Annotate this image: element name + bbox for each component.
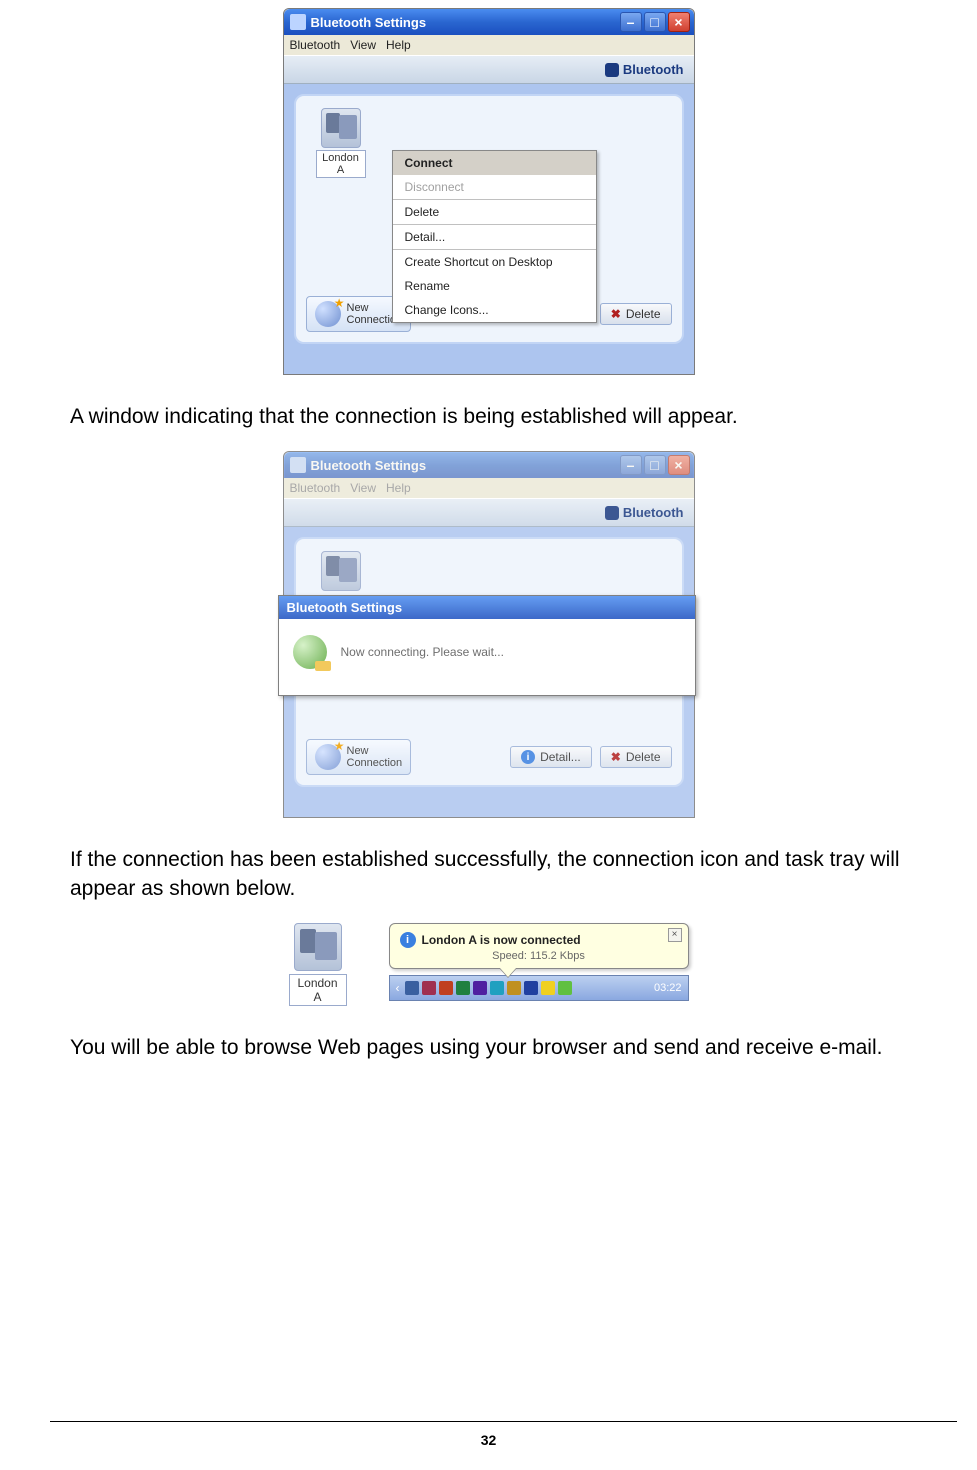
tray-icon[interactable] xyxy=(473,981,487,995)
tray-clock: 03:22 xyxy=(654,982,682,994)
notification-balloon: i London A is now connected × Speed: 115… xyxy=(389,923,689,969)
new-connection-icon xyxy=(315,301,341,327)
footer-rule xyxy=(50,1421,957,1422)
delete-label: Delete xyxy=(626,307,661,321)
tray-icon[interactable] xyxy=(456,981,470,995)
menu-view[interactable]: View xyxy=(350,38,376,52)
device-item xyxy=(316,551,366,591)
dialog-message: Now connecting. Please wait... xyxy=(341,645,504,659)
brand-bar: Bluetooth xyxy=(284,499,694,527)
tray-icon[interactable] xyxy=(541,981,555,995)
new-connection-icon xyxy=(315,744,341,770)
context-menu: Connect Disconnect Delete Detail... Crea… xyxy=(392,150,597,323)
maximize-button[interactable]: □ xyxy=(644,12,666,32)
bluetooth-icon xyxy=(605,63,619,77)
connecting-dialog: Bluetooth Settings Now connecting. Pleas… xyxy=(278,595,696,696)
close-button: × xyxy=(668,455,690,475)
tray-expand-icon[interactable]: ‹ xyxy=(396,981,400,995)
delete-button[interactable]: ✖ Delete xyxy=(600,746,672,768)
brand-bar: Bluetooth xyxy=(284,56,694,84)
device-icon xyxy=(321,108,361,148)
devices-panel: Bluetooth Settings Now connecting. Pleas… xyxy=(294,537,684,787)
figure-context-menu: Bluetooth Settings – □ × Bluetooth View … xyxy=(70,8,907,375)
balloon-close-button[interactable]: × xyxy=(668,928,682,942)
ctx-connect[interactable]: Connect xyxy=(393,151,596,175)
new-connection-button[interactable]: New Connection xyxy=(306,739,412,775)
tray-icon[interactable] xyxy=(558,981,572,995)
new-connection-label: New Connection xyxy=(347,745,403,769)
menu-help: Help xyxy=(386,481,411,495)
device-label: London A xyxy=(316,150,366,178)
figure-tray: London A i London A is now connected × S… xyxy=(70,923,907,1006)
tray-icon[interactable] xyxy=(422,981,436,995)
brand-label: Bluetooth xyxy=(623,62,684,77)
titlebar: Bluetooth Settings – □ × xyxy=(284,452,694,478)
tray-icon[interactable] xyxy=(507,981,521,995)
devices-panel: London A Connect Disconnect Delete Detai… xyxy=(294,94,684,344)
tray-icon[interactable] xyxy=(439,981,453,995)
menu-help[interactable]: Help xyxy=(386,38,411,52)
connecting-icon xyxy=(293,635,327,669)
maximize-button: □ xyxy=(644,455,666,475)
menu-bluetooth: Bluetooth xyxy=(290,481,341,495)
menu-bluetooth[interactable]: Bluetooth xyxy=(290,38,341,52)
info-icon: i xyxy=(400,932,416,948)
paragraph-2: If the connection has been established s… xyxy=(70,846,907,903)
device-icon xyxy=(321,551,361,591)
tray-icon[interactable] xyxy=(524,981,538,995)
tray-icon[interactable] xyxy=(405,981,419,995)
dialog-title: Bluetooth Settings xyxy=(279,596,695,619)
system-tray: ‹ 03:22 xyxy=(389,975,689,1001)
window-title: Bluetooth Settings xyxy=(311,458,427,473)
app-icon xyxy=(290,14,306,30)
info-icon: i xyxy=(521,750,535,764)
menu-bar: Bluetooth View Help xyxy=(284,478,694,499)
bluetooth-settings-window: Bluetooth Settings – □ × Bluetooth View … xyxy=(283,8,695,375)
titlebar: Bluetooth Settings – □ × xyxy=(284,9,694,35)
balloon-title: London A is now connected xyxy=(422,933,581,947)
device-label: London A xyxy=(289,974,347,1006)
minimize-button[interactable]: – xyxy=(620,12,642,32)
close-button[interactable]: × xyxy=(668,12,690,32)
ctx-rename[interactable]: Rename xyxy=(393,274,596,298)
window-title: Bluetooth Settings xyxy=(311,15,427,30)
bluetooth-icon xyxy=(605,506,619,520)
balloon-speed: Speed: 115.2 Kbps xyxy=(400,950,678,962)
device-icon xyxy=(294,923,342,971)
delete-label: Delete xyxy=(626,750,661,764)
ctx-change-icons[interactable]: Change Icons... xyxy=(393,298,596,322)
connected-device: London A xyxy=(289,923,347,1006)
paragraph-3: You will be able to browse Web pages usi… xyxy=(70,1034,907,1062)
minimize-button: – xyxy=(620,455,642,475)
delete-button[interactable]: ✖ Delete xyxy=(600,303,672,325)
bluetooth-settings-window-disabled: Bluetooth Settings – □ × Bluetooth View … xyxy=(283,451,695,818)
tray-icon[interactable] xyxy=(490,981,504,995)
page-number: 32 xyxy=(0,1432,977,1448)
delete-icon: ✖ xyxy=(611,750,621,764)
detail-label: Detail... xyxy=(540,750,581,764)
menu-view: View xyxy=(350,481,376,495)
brand-label: Bluetooth xyxy=(623,505,684,520)
paragraph-1: A window indicating that the connection … xyxy=(70,403,907,431)
ctx-shortcut[interactable]: Create Shortcut on Desktop xyxy=(393,250,596,274)
detail-button[interactable]: i Detail... xyxy=(510,746,592,768)
ctx-delete[interactable]: Delete xyxy=(393,200,596,224)
menu-bar: Bluetooth View Help xyxy=(284,35,694,56)
delete-icon: ✖ xyxy=(611,307,621,321)
ctx-detail[interactable]: Detail... xyxy=(393,225,596,249)
figure-connecting: Bluetooth Settings – □ × Bluetooth View … xyxy=(70,451,907,818)
device-item[interactable]: London A xyxy=(316,108,366,178)
ctx-disconnect: Disconnect xyxy=(393,175,596,199)
app-icon xyxy=(290,457,306,473)
